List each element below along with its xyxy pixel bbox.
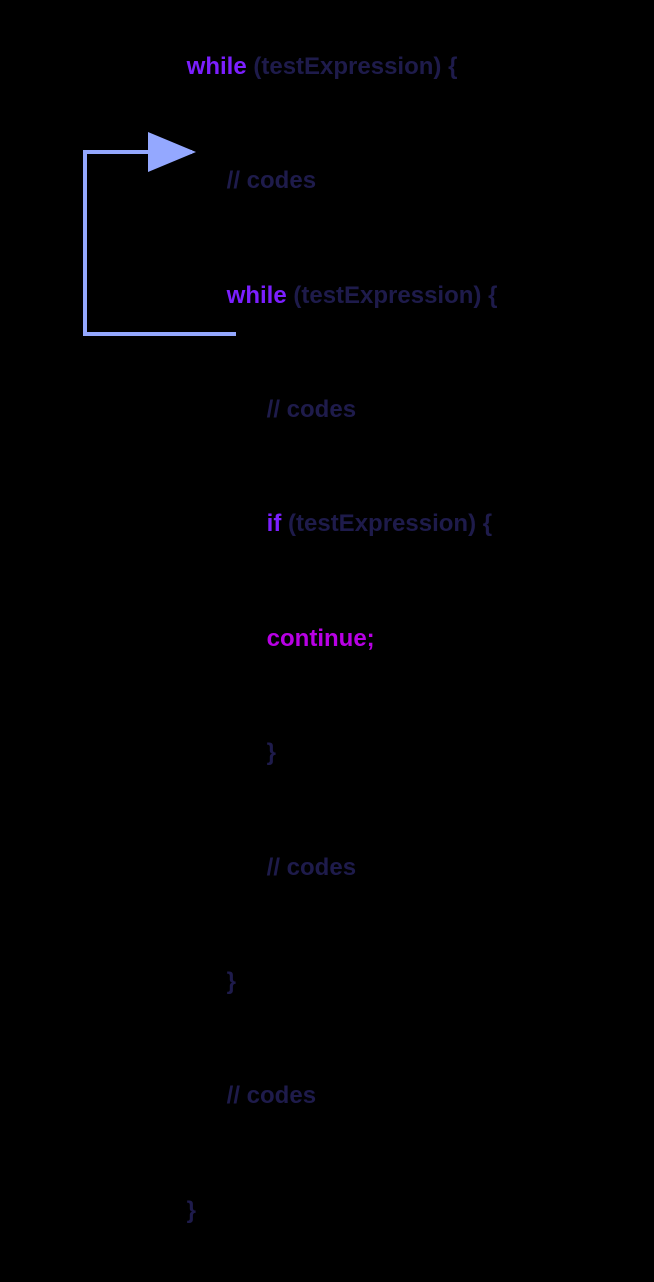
if-expression: (testExpression) { xyxy=(281,510,492,537)
continue-keyword: continue; xyxy=(267,625,375,652)
comment-text: // codes xyxy=(267,396,356,423)
codes-comment-2: // codes xyxy=(160,367,497,453)
inner-while-close-brace: } xyxy=(160,939,497,1025)
brace: } xyxy=(267,739,276,766)
comment-text: // codes xyxy=(267,854,356,881)
outer-while-close-brace: } xyxy=(160,1168,497,1254)
inner-while-line: while (testExpression) { xyxy=(160,253,497,339)
if-line: if (testExpression) { xyxy=(160,482,497,568)
while-expression: (testExpression) { xyxy=(247,53,458,80)
continue-line: continue; xyxy=(160,596,497,682)
outer-while-line: while (testExpression) { xyxy=(160,24,497,110)
codes-comment-1: // codes xyxy=(160,138,497,224)
brace: } xyxy=(227,968,236,995)
comment-text: // codes xyxy=(227,167,316,194)
brace: } xyxy=(187,1197,196,1224)
while-keyword: while xyxy=(227,282,287,309)
codes-comment-3: // codes xyxy=(160,825,497,911)
codes-comment-4: // codes xyxy=(160,1054,497,1140)
while-keyword: while xyxy=(187,53,247,80)
code-block: while (testExpression) { // codes while … xyxy=(160,24,497,1282)
if-keyword: if xyxy=(267,510,282,537)
if-close-brace: } xyxy=(160,710,497,796)
while-expression: (testExpression) { xyxy=(287,282,498,309)
comment-text: // codes xyxy=(227,1082,316,1109)
